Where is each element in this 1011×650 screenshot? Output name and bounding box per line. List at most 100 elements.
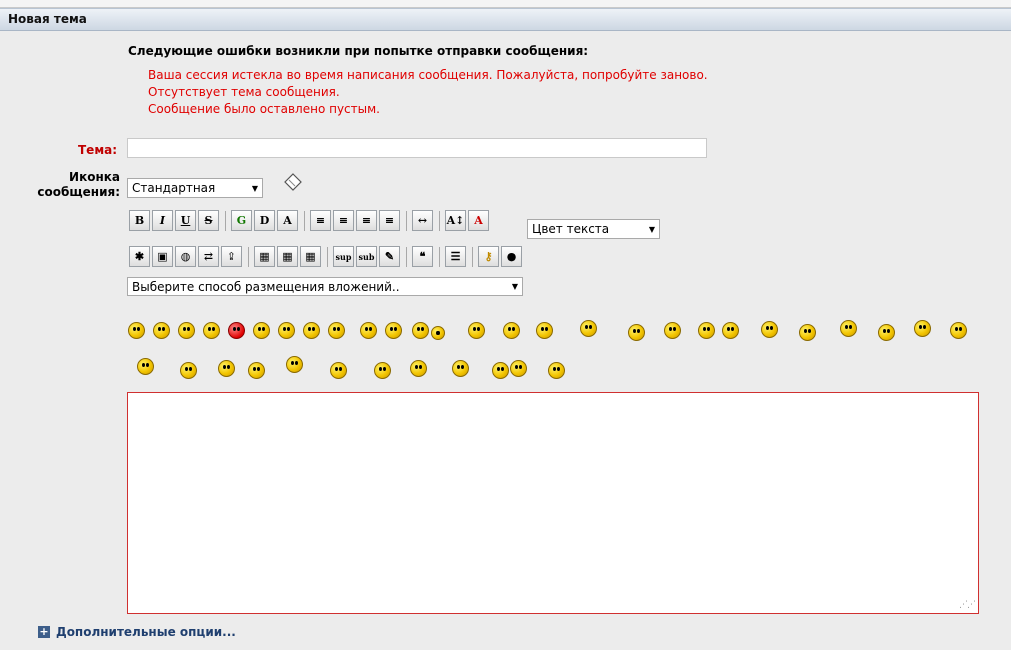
smiley-icon[interactable] bbox=[452, 360, 469, 377]
smiley-icon[interactable] bbox=[153, 322, 170, 339]
toolbar-separator bbox=[439, 210, 440, 231]
smiley-icon[interactable] bbox=[178, 322, 195, 339]
message-editor[interactable]: ⋰⋰ bbox=[127, 392, 979, 614]
smiley-icon[interactable] bbox=[914, 320, 931, 337]
align-justify-button[interactable]: ≡ bbox=[333, 210, 354, 231]
message-icon-select[interactable]: Стандартная ▼ bbox=[127, 178, 263, 198]
smiley-icon[interactable] bbox=[303, 322, 320, 339]
font-size-button[interactable]: A↕ bbox=[445, 210, 466, 231]
toolbar-separator bbox=[406, 210, 407, 231]
font-d-button[interactable]: D bbox=[254, 210, 275, 231]
align-left-button[interactable]: ≡ bbox=[310, 210, 331, 231]
smiley-icon[interactable] bbox=[628, 324, 645, 341]
smiley-icon[interactable] bbox=[218, 360, 235, 377]
table-row-button[interactable]: ▦ bbox=[277, 246, 298, 267]
quote-button[interactable]: ❝ bbox=[412, 246, 433, 267]
font-a-button[interactable]: A bbox=[277, 210, 298, 231]
smiley-icon[interactable] bbox=[548, 362, 565, 379]
text-color-select[interactable]: Цвет текста ▼ bbox=[527, 219, 660, 239]
smiley-icon[interactable] bbox=[431, 326, 445, 340]
error-item: Сообщение было оставлено пустым. bbox=[148, 102, 380, 116]
image-button[interactable]: ▣ bbox=[152, 246, 173, 267]
smiley-icon[interactable] bbox=[228, 322, 245, 339]
error-item: Отсутствует тема сообщения. bbox=[148, 85, 340, 99]
smiley-icon[interactable] bbox=[203, 322, 220, 339]
smiley-icon[interactable] bbox=[799, 324, 816, 341]
strike-button[interactable]: S bbox=[198, 210, 219, 231]
section-header: Новая тема bbox=[0, 8, 1011, 31]
more-options-link[interactable]: + Дополнительные опции... bbox=[38, 625, 236, 639]
chevron-down-icon: ▼ bbox=[251, 183, 258, 193]
align-center-button[interactable]: ≡ bbox=[356, 210, 377, 231]
export-button[interactable]: ⇪ bbox=[221, 246, 242, 267]
stamp-button[interactable]: ✎ bbox=[379, 246, 400, 267]
underline-button[interactable]: U bbox=[175, 210, 196, 231]
toolbar-separator bbox=[472, 246, 473, 267]
toolbar-separator bbox=[248, 246, 249, 267]
attachment-select[interactable]: Выберите способ размещения вложений.. ▼ bbox=[127, 277, 523, 296]
toolbar-separator bbox=[406, 246, 407, 267]
smiley-icon[interactable] bbox=[840, 320, 857, 337]
smiley-icon[interactable] bbox=[410, 360, 427, 377]
smiley-icon[interactable] bbox=[878, 324, 895, 341]
smiley-icon[interactable] bbox=[412, 322, 429, 339]
link-button[interactable]: ◍ bbox=[175, 246, 196, 267]
plus-icon: + bbox=[38, 625, 50, 638]
toolbar-separator bbox=[439, 246, 440, 267]
errors-title: Следующие ошибки возникли при попытке от… bbox=[128, 44, 589, 58]
smiley-icon[interactable] bbox=[328, 322, 345, 339]
smiley-icon[interactable] bbox=[180, 362, 197, 379]
smiley-icon[interactable] bbox=[128, 322, 145, 339]
smiley-icon[interactable] bbox=[360, 322, 377, 339]
bold-button[interactable]: B bbox=[129, 210, 150, 231]
smiley-icon[interactable] bbox=[374, 362, 391, 379]
smiley-icon[interactable] bbox=[698, 322, 715, 339]
smiley-icon[interactable] bbox=[248, 362, 265, 379]
list-button[interactable]: ☰ bbox=[445, 246, 466, 267]
message-icon-label: Иконка сообщения: bbox=[37, 170, 120, 199]
smiley-icon[interactable] bbox=[278, 322, 295, 339]
format-toolbar: B I U S G D A ≡ ≡ ≡ ≡ ↔ A↕ A bbox=[129, 210, 491, 231]
smiley-icon[interactable] bbox=[503, 322, 520, 339]
error-list: Ваша сессия истекла во время написания с… bbox=[148, 67, 708, 118]
insert-toolbar: ✱ ▣ ◍ ⇄ ⇪ ▦ ▦ ▦ sup sub ✎ ❝ ☰ ⚷ ● bbox=[129, 246, 524, 267]
font-g-button[interactable]: G bbox=[231, 210, 252, 231]
toolbar-separator bbox=[304, 210, 305, 231]
error-item: Ваша сессия истекла во время написания с… bbox=[148, 68, 708, 82]
resize-grip-icon[interactable]: ⋰⋰ bbox=[959, 600, 976, 610]
key-button[interactable]: ⚷ bbox=[478, 246, 499, 267]
subject-input[interactable] bbox=[127, 138, 707, 158]
smiley-icon[interactable] bbox=[330, 362, 347, 379]
toolbar-separator bbox=[327, 246, 328, 267]
smiley-icon[interactable] bbox=[492, 362, 509, 379]
chevron-down-icon: ▼ bbox=[511, 282, 518, 291]
subscript-button[interactable]: sub bbox=[356, 246, 377, 267]
smiley-icon[interactable] bbox=[385, 322, 402, 339]
link-out-button[interactable]: ● bbox=[501, 246, 522, 267]
smiley-icon[interactable] bbox=[253, 322, 270, 339]
smiley-icon[interactable] bbox=[468, 322, 485, 339]
smiley-icon[interactable] bbox=[536, 322, 553, 339]
smiley-icon[interactable] bbox=[664, 322, 681, 339]
top-border bbox=[0, 0, 1011, 8]
section-title: Новая тема bbox=[8, 12, 87, 26]
chevron-down-icon: ▼ bbox=[648, 224, 655, 234]
table-button[interactable]: ▦ bbox=[254, 246, 275, 267]
align-right-button[interactable]: ≡ bbox=[379, 210, 400, 231]
smiley-icon[interactable] bbox=[761, 321, 778, 338]
swap-button[interactable]: ⇄ bbox=[198, 246, 219, 267]
subject-label: Тема: bbox=[78, 143, 118, 157]
smiley-icon[interactable] bbox=[722, 322, 739, 339]
italic-button[interactable]: I bbox=[152, 210, 173, 231]
smiley-icon[interactable] bbox=[286, 356, 303, 373]
table-col-button[interactable]: ▦ bbox=[300, 246, 321, 267]
smiley-icon[interactable] bbox=[950, 322, 967, 339]
superscript-button[interactable]: sup bbox=[333, 246, 354, 267]
diamond-icon bbox=[283, 172, 303, 195]
horizontal-rule-button[interactable]: ↔ bbox=[412, 210, 433, 231]
smiley-icon[interactable] bbox=[580, 320, 597, 337]
font-color-button[interactable]: A bbox=[468, 210, 489, 231]
smiley-icon[interactable] bbox=[137, 358, 154, 375]
flash-button[interactable]: ✱ bbox=[129, 246, 150, 267]
smiley-icon[interactable] bbox=[510, 360, 527, 377]
